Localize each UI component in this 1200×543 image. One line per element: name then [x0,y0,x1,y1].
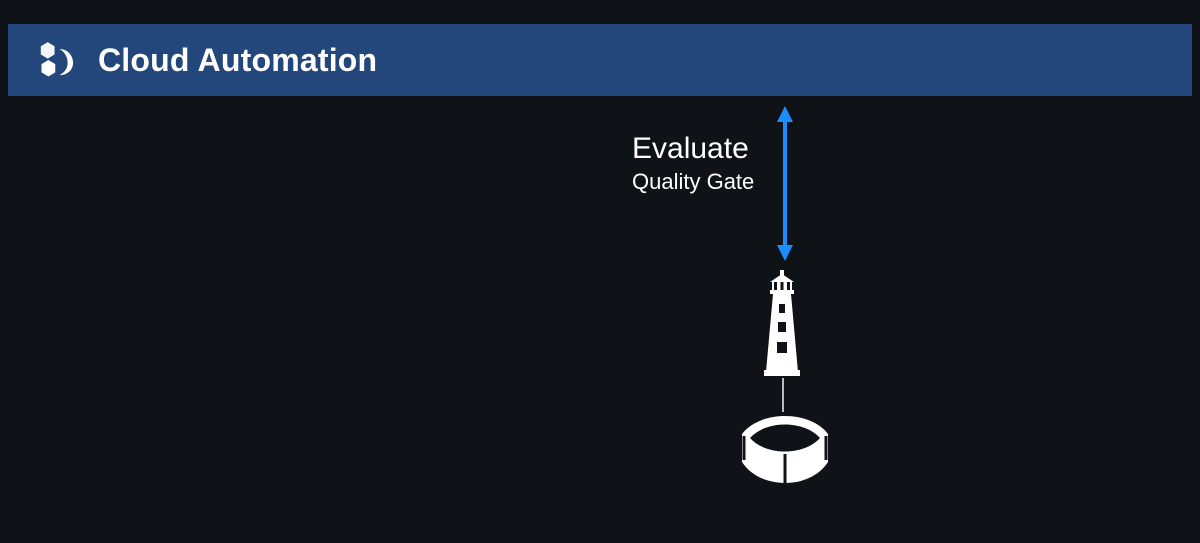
lighthouse-icon [756,268,808,376]
diagram-canvas: Cloud Automation Evaluate Quality Gate [0,0,1200,543]
cloud-automation-header: Cloud Automation [8,24,1192,96]
evaluate-label: Evaluate Quality Gate [632,132,754,194]
evaluate-label-line1: Evaluate [632,132,754,167]
evaluate-label-line2: Quality Gate [632,169,754,194]
header-title: Cloud Automation [98,42,377,79]
cube-icon [730,404,840,496]
bidirectional-arrow-icon [777,106,793,261]
dynatrace-logo-icon [36,38,80,82]
